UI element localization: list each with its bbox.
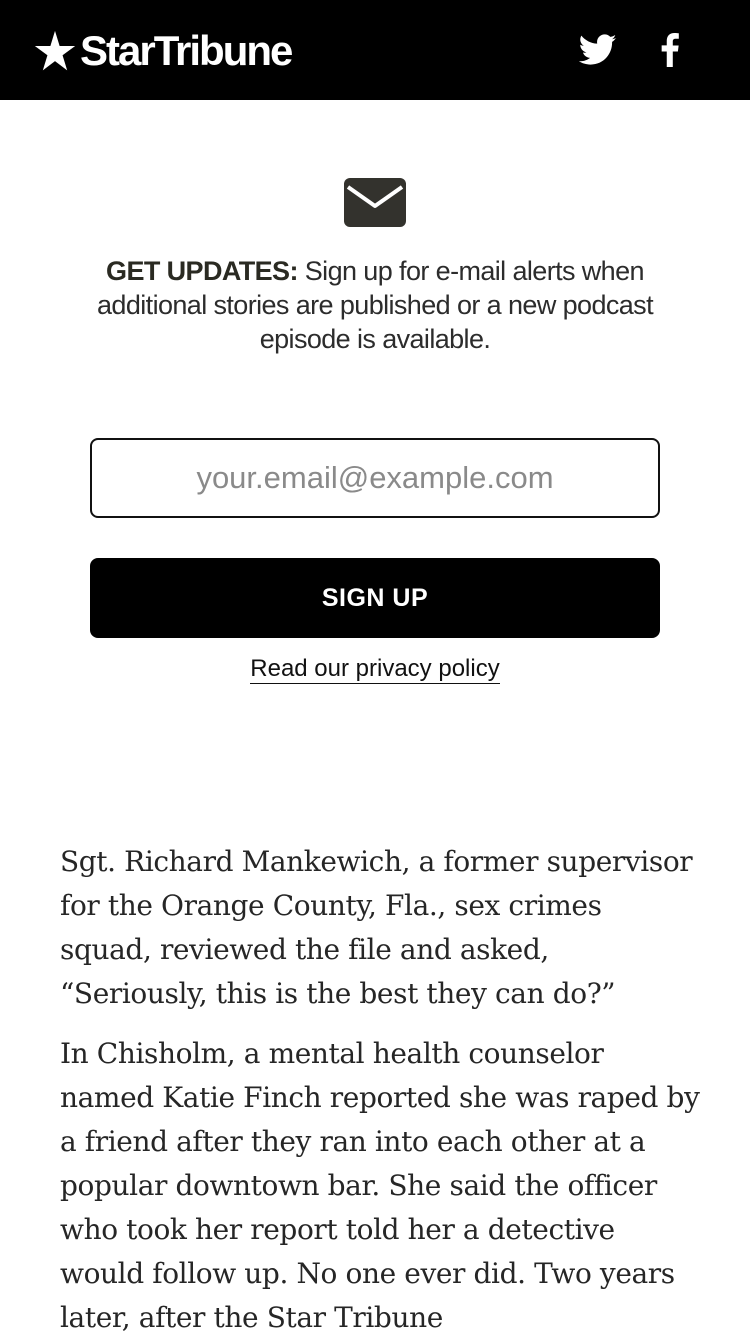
site-logo[interactable]: StarTribune bbox=[34, 27, 293, 74]
mail-icon bbox=[344, 178, 406, 227]
logo-wordmark: StarTribune bbox=[80, 27, 293, 74]
twitter-button[interactable] bbox=[577, 30, 619, 70]
facebook-button[interactable] bbox=[654, 30, 686, 70]
updates-description: GET UPDATES: Sign up for e-mail alerts w… bbox=[60, 254, 690, 356]
privacy-policy-link[interactable]: Read our privacy policy bbox=[250, 655, 500, 684]
privacy-policy-container: Read our privacy policy bbox=[0, 653, 750, 685]
updates-lead: GET UPDATES: bbox=[106, 256, 298, 286]
email-input[interactable] bbox=[90, 438, 660, 518]
sign-up-button[interactable]: SIGN UP bbox=[90, 558, 660, 638]
facebook-icon bbox=[661, 33, 679, 67]
twitter-icon bbox=[579, 34, 617, 65]
article-paragraph: Sgt. Richard Mankewich, a former supervi… bbox=[60, 845, 693, 1010]
site-header: StarTribune bbox=[0, 0, 750, 100]
article-paragraph: In Chisholm, a mental health counselor n… bbox=[60, 1037, 700, 1334]
star-icon bbox=[34, 30, 76, 71]
article-body: Sgt. Richard Mankewich, a former supervi… bbox=[60, 840, 700, 1334]
